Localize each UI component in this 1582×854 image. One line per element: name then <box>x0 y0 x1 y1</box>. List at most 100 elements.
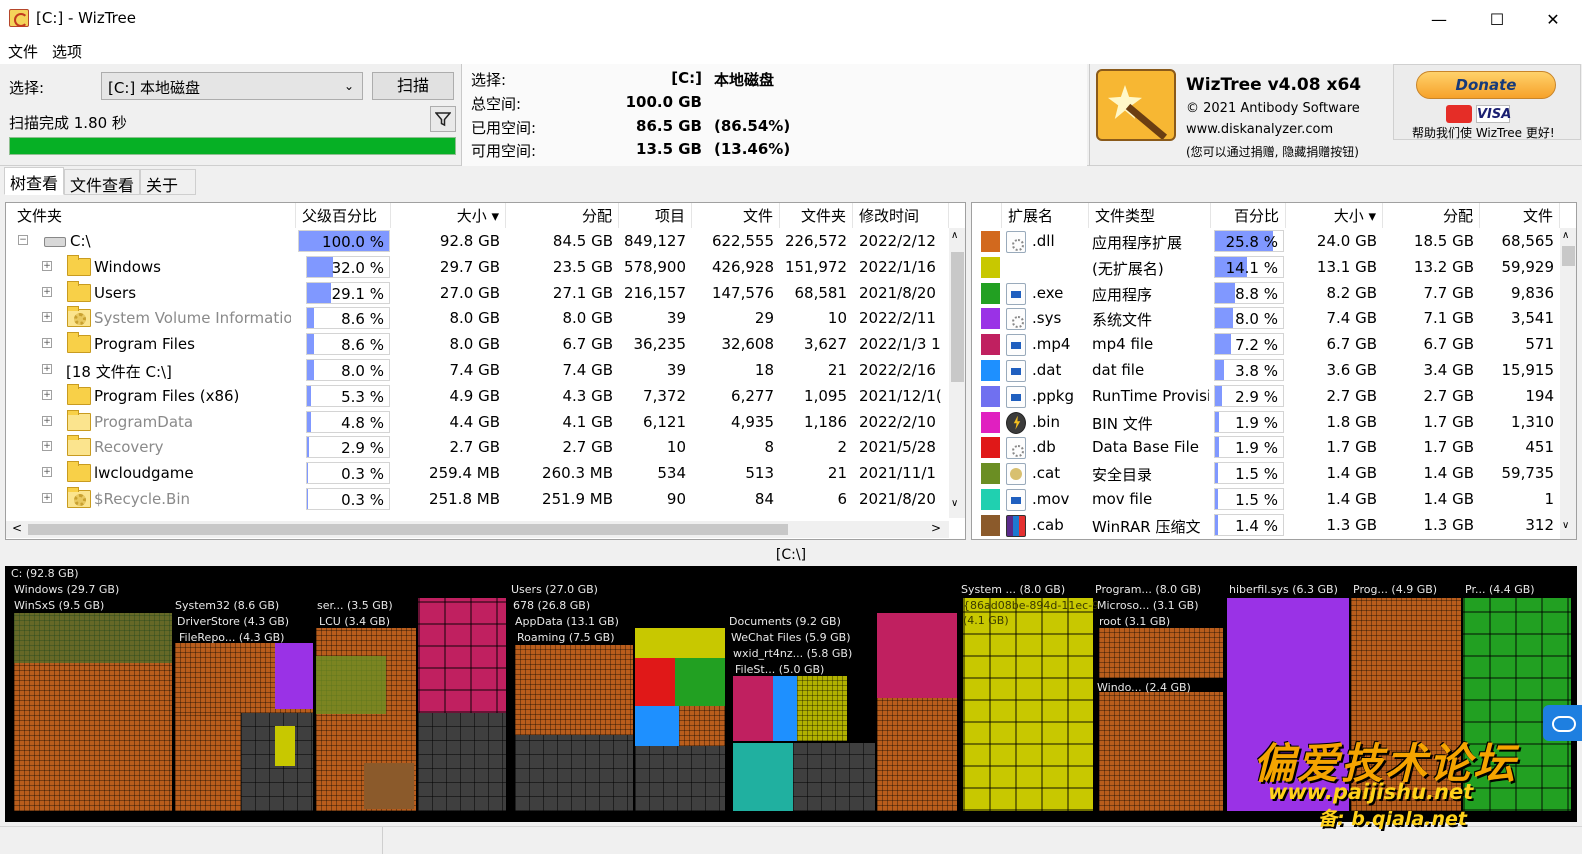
tree-horizontal-scrollbar[interactable]: < > <box>6 521 949 538</box>
treemap-block[interactable] <box>316 656 386 714</box>
cloud-icon[interactable] <box>1543 705 1582 741</box>
header-size[interactable]: 大小 ▾ <box>1286 203 1383 228</box>
treemap-roaming[interactable] <box>515 645 633 735</box>
tree-vertical-scrollbar[interactable]: ∧ ∨ <box>949 228 965 518</box>
scroll-thumb[interactable] <box>951 252 964 382</box>
tree-row[interactable]: + [18 文件在 C:\] 8.0 % 7.4 GB 7.4 GB 39 18 21 2022… <box>6 357 949 383</box>
tree-row[interactable]: + Recovery 2.9 % 2.7 GB 2.7 GB 10 8 2 2021/5/28 <box>6 434 949 460</box>
menu-options[interactable]: 选项 <box>52 41 82 62</box>
tree-row[interactable]: + System Volume Information 8.6 % 8.0 GB 8.0… <box>6 305 949 331</box>
header-files[interactable]: 文件 <box>1480 203 1560 228</box>
expand-icon[interactable]: + <box>42 441 52 452</box>
treemap-block[interactable] <box>675 658 725 706</box>
header-parent-pct[interactable]: 父级百分比 <box>296 203 391 228</box>
header-allocated[interactable]: 分配 <box>506 203 619 228</box>
scroll-right-icon[interactable]: > <box>931 521 941 535</box>
scroll-down-icon[interactable]: ∨ <box>1562 520 1569 531</box>
treemap-microsoft[interactable] <box>1099 628 1223 678</box>
treemap-block[interactable] <box>877 613 957 698</box>
treemap-block[interactable] <box>275 726 295 766</box>
header-color[interactable] <box>972 203 1002 228</box>
tree-row[interactable]: + Program Files (x86) 5.3 % 4.9 GB 4.3 GB 7,3… <box>6 383 949 409</box>
scroll-left-icon[interactable]: < <box>12 521 22 535</box>
ext-row[interactable]: .sys 系统文件 8.0 % 7.4 GB 7.1 GB 3,541 <box>972 305 1560 331</box>
expand-icon[interactable]: + <box>42 415 52 426</box>
tree-row[interactable]: + Windows 32.0 % 29.7 GB 23.5 GB 578,900 426,9… <box>6 254 949 280</box>
website-link[interactable]: www.diskanalyzer.com <box>1186 122 1333 137</box>
ext-row[interactable]: .ppkg RunTime Provisi 2.9 % 2.7 GB 2.7 GB 194 <box>972 383 1560 409</box>
expand-icon[interactable]: + <box>42 364 52 374</box>
treemap-system-volume[interactable] <box>963 598 1093 811</box>
treemap-windo[interactable] <box>1099 692 1223 811</box>
header-items[interactable]: 项目 <box>619 203 692 228</box>
ext-row[interactable]: (无扩展名) 14.1 % 13.1 GB 13.2 GB 59,929 <box>972 254 1560 280</box>
treemap-block[interactable] <box>733 743 793 811</box>
menu-file[interactable]: 文件 <box>8 41 38 62</box>
scan-button[interactable]: 扫描 <box>372 72 454 100</box>
treemap-block[interactable] <box>635 746 725 811</box>
close-button[interactable]: ✕ <box>1524 0 1582 38</box>
ext-row[interactable]: .cat 安全目录 1.5 % 1.4 GB 1.4 GB 59,735 <box>972 460 1560 486</box>
header-folder[interactable]: 文件夹 <box>11 203 296 228</box>
ext-row[interactable]: .mp4 mp4 file 7.2 % 6.7 GB 6.7 GB 571 <box>972 331 1560 357</box>
donate-button[interactable]: Donate <box>1416 71 1556 99</box>
treemap-block[interactable] <box>14 613 172 663</box>
minimize-button[interactable]: — <box>1410 0 1468 38</box>
treemap-block[interactable] <box>679 706 725 746</box>
expand-icon[interactable]: + <box>42 389 52 400</box>
scroll-down-icon[interactable]: ∨ <box>951 498 958 509</box>
expand-icon[interactable]: + <box>42 286 52 297</box>
tree-row[interactable]: + $Recycle.Bin 0.3 % 251.8 MB 251.9 MB 90 84 6 2… <box>6 486 949 512</box>
header-file-type[interactable]: 文件类型 <box>1089 203 1211 228</box>
drive-select[interactable]: [C:] 本地磁盘 ⌄ <box>101 72 363 100</box>
treemap-block[interactable] <box>364 763 414 809</box>
ext-row[interactable]: .db Data Base File 1.9 % 1.7 GB 1.7 GB 451 <box>972 434 1560 460</box>
header-allocated[interactable]: 分配 <box>1383 203 1480 228</box>
scroll-up-icon[interactable]: ∧ <box>1562 230 1569 241</box>
expand-icon[interactable]: + <box>42 260 52 271</box>
header-folders[interactable]: 文件夹 <box>780 203 853 228</box>
treemap-block[interactable] <box>877 698 957 811</box>
tab-about[interactable]: 关于 <box>140 169 196 195</box>
header-percent[interactable]: 百分比 <box>1211 203 1286 228</box>
treemap-block[interactable] <box>773 676 797 741</box>
ext-row[interactable]: .dll 应用程序扩展 25.8 % 24.0 GB 18.5 GB 68,565 <box>972 228 1560 254</box>
treemap-block[interactable] <box>418 713 506 811</box>
treemap-block[interactable] <box>175 713 241 811</box>
treemap-block[interactable] <box>275 643 313 709</box>
scroll-up-icon[interactable]: ∧ <box>951 230 958 241</box>
tab-tree-view[interactable]: 树查看 <box>4 167 65 195</box>
header-extension[interactable]: 扩展名 <box>1002 203 1089 228</box>
treemap-block[interactable] <box>797 676 847 741</box>
ext-row[interactable]: .bin BIN 文件 1.9 % 1.8 GB 1.7 GB 1,310 <box>972 409 1560 435</box>
filter-button[interactable] <box>430 106 456 132</box>
ext-row[interactable]: .dat dat file 3.8 % 3.6 GB 3.4 GB 15,915 <box>972 357 1560 383</box>
scroll-thumb[interactable] <box>28 524 788 535</box>
tree-row[interactable]: + lwcloudgame 0.3 % 259.4 MB 260.3 MB 534 513 2… <box>6 460 949 486</box>
tab-file-view[interactable]: 文件查看 <box>64 169 141 195</box>
tree-row[interactable]: + Users 29.1 % 27.0 GB 27.1 GB 216,157 147,576… <box>6 280 949 306</box>
header-modified[interactable]: 修改时间 <box>853 203 949 228</box>
treemap-block[interactable] <box>793 743 875 811</box>
scroll-thumb[interactable] <box>1562 246 1575 266</box>
treemap-block[interactable] <box>635 658 675 706</box>
expand-icon[interactable]: + <box>42 338 52 349</box>
expand-icon[interactable]: + <box>42 493 52 503</box>
maximize-button[interactable]: ☐ <box>1468 0 1526 38</box>
tree-row[interactable]: − C:\ 100.0 % 92.8 GB 84.5 GB 849,127 622,555 2… <box>6 228 949 254</box>
ext-vertical-scrollbar[interactable]: ∧ ∨ <box>1560 228 1576 539</box>
ext-row[interactable]: .exe 应用程序 8.8 % 8.2 GB 7.7 GB 9,836 <box>972 280 1560 306</box>
treemap-block[interactable] <box>635 706 679 746</box>
collapse-icon[interactable]: − <box>18 235 28 245</box>
header-size[interactable]: 大小 ▾ <box>391 203 506 228</box>
ext-row[interactable]: .mov mov file 1.5 % 1.4 GB 1.4 GB 1 <box>972 486 1560 512</box>
tree-row[interactable]: + Program Files 8.6 % 8.0 GB 6.7 GB 36,235 32,… <box>6 331 949 357</box>
treemap-filest[interactable] <box>733 676 773 741</box>
treemap-block[interactable] <box>515 735 633 811</box>
header-files[interactable]: 文件 <box>692 203 780 228</box>
ext-row[interactable]: .cab WinRAR 压缩文 1.4 % 1.3 GB 1.3 GB 312 <box>972 512 1560 538</box>
tree-row[interactable]: + ProgramData 4.8 % 4.4 GB 4.1 GB 6,121 4,935 1… <box>6 409 949 435</box>
expand-icon[interactable]: + <box>42 467 52 478</box>
treemap-block[interactable] <box>635 628 725 658</box>
expand-icon[interactable]: + <box>42 312 52 323</box>
